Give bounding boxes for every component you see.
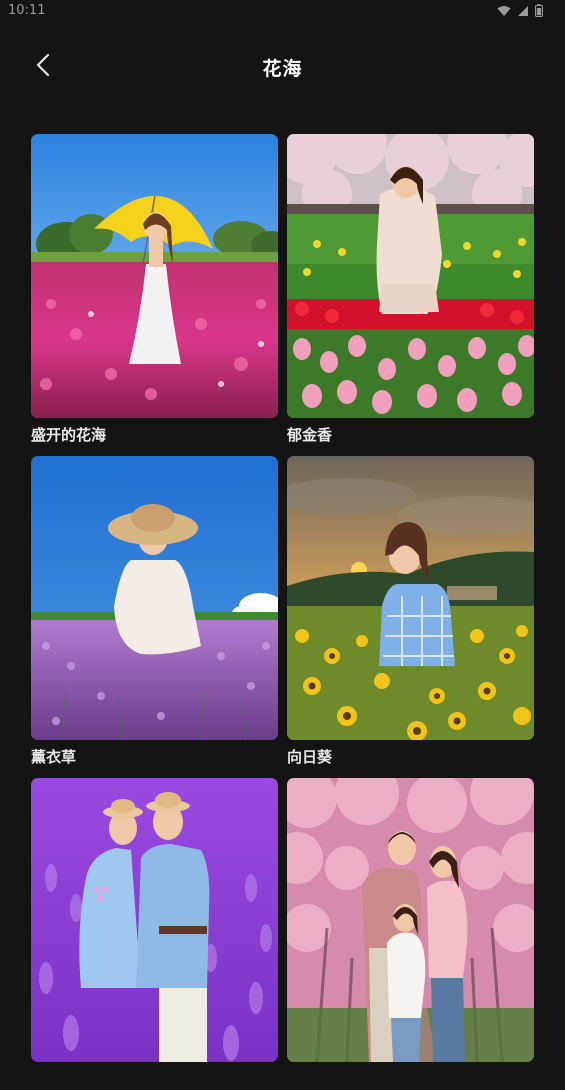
status-icons: [497, 4, 543, 17]
wifi-icon: [497, 5, 511, 17]
cherry-family-image: [287, 778, 534, 1062]
template-thumbnail: [31, 134, 278, 418]
signal-icon: [517, 5, 529, 17]
template-label: 向日葵: [287, 748, 333, 766]
template-thumbnail: [287, 134, 534, 418]
template-label: 盛开的花海: [31, 426, 107, 444]
page-title: 花海: [262, 58, 303, 80]
template-card[interactable]: 郁金香: [287, 134, 534, 446]
sunflower-image: [287, 456, 534, 740]
tulip-image: [287, 134, 534, 418]
template-label: 薰衣草: [31, 748, 77, 766]
template-card[interactable]: 薰衣草: [31, 456, 278, 768]
template-card[interactable]: 盛开的花海: [31, 134, 278, 446]
status-time: 10:11: [8, 3, 46, 18]
couple-lavender-image: [31, 778, 278, 1062]
template-card[interactable]: 向日葵: [287, 456, 534, 768]
template-label: [31, 1068, 278, 1090]
lavender-image: [31, 456, 278, 740]
template-label: 郁金香: [287, 426, 333, 444]
template-grid: 盛开的花海 郁金香 薰衣草 向日葵: [31, 134, 534, 1090]
status-bar: 10:11: [0, 0, 565, 24]
template-card[interactable]: [287, 778, 534, 1090]
template-label: [287, 1068, 534, 1090]
template-thumbnail: [287, 778, 534, 1062]
flower-sea-image: [31, 134, 278, 418]
template-card[interactable]: [31, 778, 278, 1090]
template-thumbnail: [31, 456, 278, 740]
header: 花海: [0, 40, 565, 96]
template-thumbnail: [287, 456, 534, 740]
template-thumbnail: [31, 778, 278, 1062]
battery-icon: [535, 4, 543, 17]
